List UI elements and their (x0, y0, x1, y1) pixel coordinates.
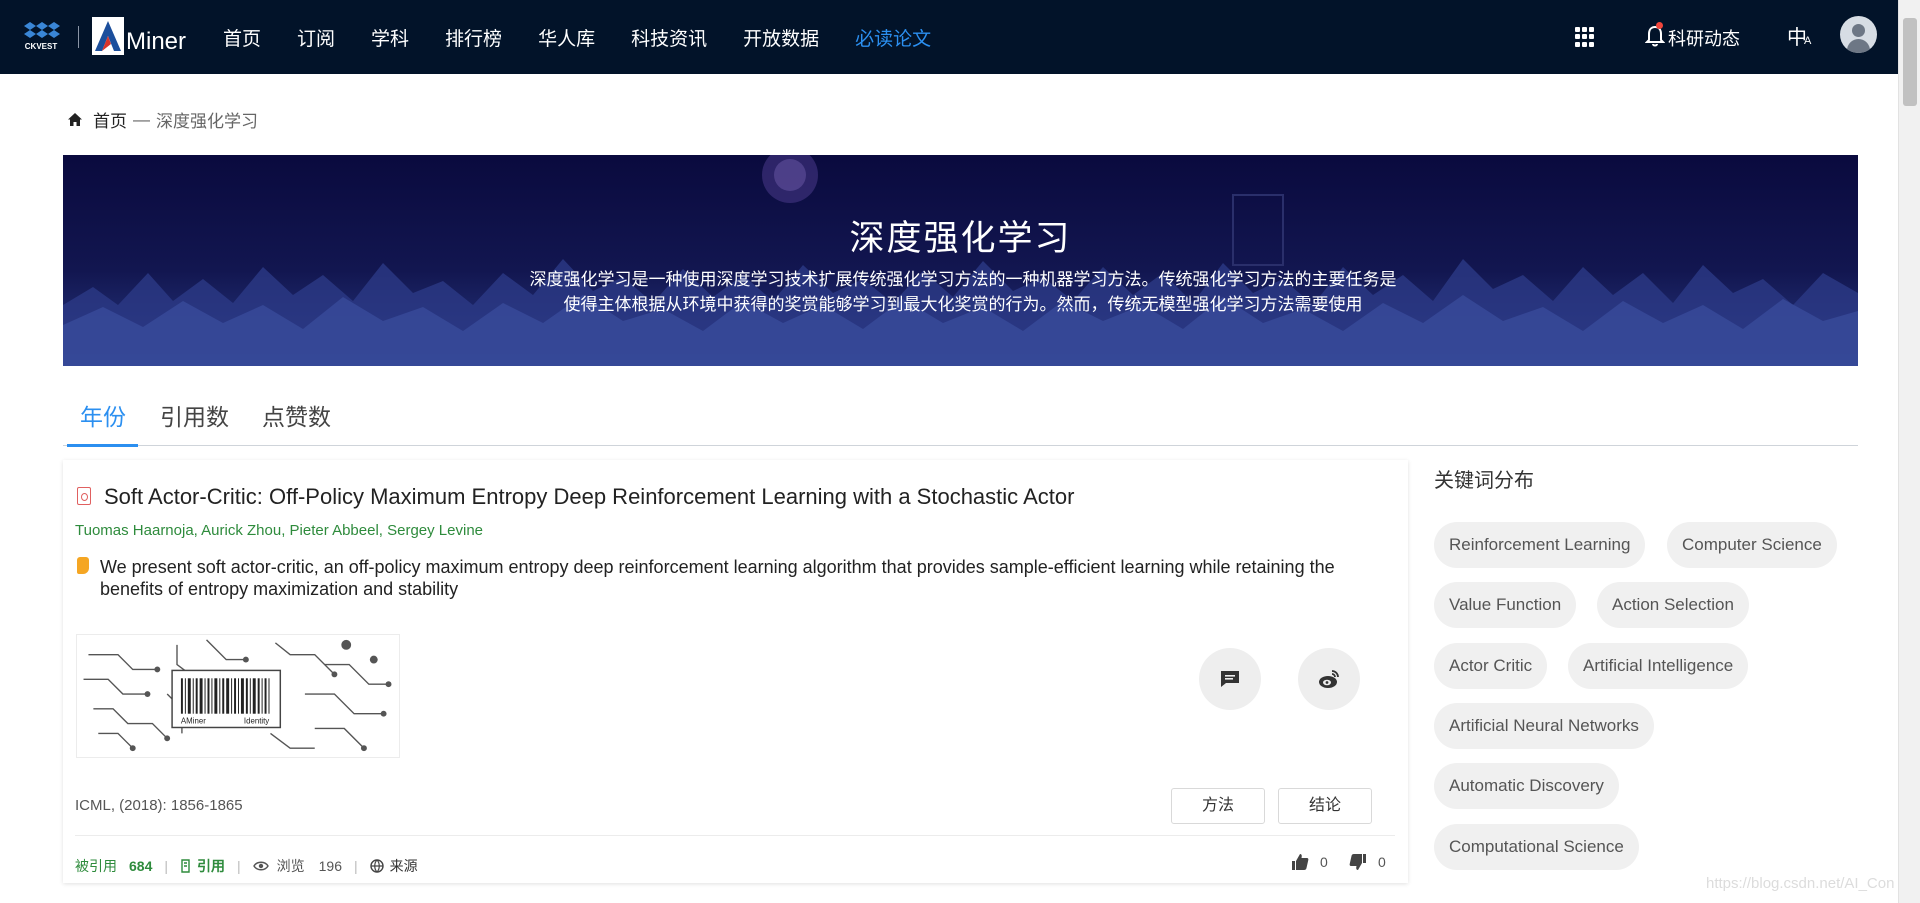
research-news-link[interactable]: 科研动态 (1668, 25, 1740, 51)
keyword-chip[interactable]: Artificial Neural Networks (1434, 703, 1654, 749)
home-icon[interactable] (67, 112, 83, 127)
aminer-logo-word: Miner (126, 28, 187, 55)
scrollbar-thumb[interactable] (1903, 18, 1917, 106)
nav-item-rankings[interactable]: 排行榜 (445, 24, 502, 51)
watermark-text: https://blog.csdn.net/AI_Con (1706, 875, 1895, 892)
nav-item-tech-news[interactable]: 科技资讯 (631, 24, 707, 51)
dislike-control[interactable]: 0 (1348, 852, 1386, 872)
card-divider (75, 835, 1395, 836)
keyword-chip[interactable]: Value Function (1434, 582, 1577, 628)
like-count: 0 (1320, 854, 1328, 870)
topic-description: 深度强化学习是一种使用深度学习技术扩展传统强化学习方法的一种机器学习方法。传统强… (529, 270, 1397, 314)
paper-title[interactable]: Soft Actor-Critic: Off-Policy Maximum En… (104, 484, 1074, 510)
apps-grid-icon[interactable] (1575, 27, 1595, 47)
nav-item-home[interactable]: 首页 (223, 24, 261, 51)
comment-icon (1221, 671, 1239, 687)
weibo-share-button[interactable] (1298, 648, 1360, 710)
page-scrollbar[interactable] (1898, 0, 1920, 903)
views-count: 196 (318, 858, 342, 874)
keyword-chip[interactable]: Artificial Intelligence (1568, 643, 1749, 689)
keyword-chip[interactable]: Action Selection (1597, 582, 1749, 628)
logo-divider (78, 26, 79, 48)
top-nav-bar: CKVEST Miner 首页 订阅 学科 排行榜 华人库 科技资讯 开放数据 … (0, 0, 1898, 74)
weibo-icon (1319, 670, 1339, 688)
ckvest-logo-icon[interactable]: CKVEST (20, 20, 62, 52)
paper-card: Soft Actor-Critic: Off-Policy Maximum En… (63, 460, 1408, 883)
tab-likes[interactable]: 点赞数 (262, 398, 331, 432)
views-label: 浏览 (276, 858, 305, 874)
breadcrumb-current: 深度强化学习 (156, 112, 258, 131)
method-button[interactable]: 方法 (1171, 788, 1265, 824)
thumbs-down-icon[interactable] (1348, 852, 1368, 872)
conclusion-button[interactable]: 结论 (1278, 788, 1372, 824)
cite-button[interactable]: 引用 (197, 856, 225, 876)
keyword-chip[interactable]: Computational Science (1434, 824, 1639, 870)
paper-thumbnail[interactable]: AMiner Identity (76, 634, 400, 758)
keyword-chip[interactable]: Computer Science (1667, 522, 1837, 568)
main-nav: 首页 订阅 学科 排行榜 华人库 科技资讯 开放数据 必读论文 (223, 0, 967, 74)
source-link[interactable]: 来源 (390, 856, 418, 876)
paper-venue: ICML, (2018): 1856-1865 (75, 797, 243, 814)
like-control[interactable]: 0 (1290, 852, 1328, 872)
svg-text:AMiner: AMiner (181, 717, 206, 726)
active-tab-indicator (67, 444, 138, 447)
tab-year[interactable]: 年份 (80, 398, 126, 432)
svg-text:Identity: Identity (244, 717, 269, 726)
paper-stats-row: 被引用 684 | 引用 | 浏览 196 | 来源 (75, 856, 418, 876)
keyword-distribution-title: 关键词分布 (1434, 470, 1534, 492)
topic-banner: 深度强化学习 深度强化学习是一种使用深度学习技术扩展传统强化学习方法的一种机器学… (63, 155, 1858, 366)
language-switch-icon[interactable]: 中 A (1787, 21, 1817, 51)
svg-text:CKVEST: CKVEST (25, 42, 58, 51)
paper-authors[interactable]: Tuomas Haarnoja, Aurick Zhou, Pieter Abb… (75, 522, 483, 539)
nav-item-chinese-talent[interactable]: 华人库 (538, 24, 595, 51)
aminer-logo-icon (92, 17, 124, 55)
lang-en-glyph: A (1804, 35, 1812, 47)
keyword-chip[interactable]: Automatic Discovery (1434, 763, 1619, 809)
keyword-chip[interactable]: Actor Critic (1434, 643, 1548, 689)
quote-icon (77, 557, 89, 574)
dislike-count: 0 (1378, 854, 1386, 870)
keyword-chip[interactable]: Reinforcement Learning (1434, 522, 1646, 568)
pdf-icon[interactable] (77, 487, 91, 505)
breadcrumb-home[interactable]: 首页 (93, 107, 127, 132)
thumbs-up-icon[interactable] (1290, 852, 1310, 872)
cited-by-count[interactable]: 684 (129, 858, 152, 874)
nav-item-disciplines[interactable]: 学科 (371, 24, 409, 51)
eye-icon (252, 861, 269, 871)
comment-button[interactable] (1199, 648, 1261, 710)
aminer-logo[interactable]: Miner (92, 16, 186, 56)
cite-icon[interactable] (180, 859, 191, 873)
nav-item-open-data[interactable]: 开放数据 (743, 24, 819, 51)
notification-dot (1656, 22, 1663, 29)
breadcrumb: 首页 — 深度强化学习 (67, 107, 258, 132)
paper-abstract: We present soft actor-critic, an off-pol… (100, 557, 1335, 599)
cited-by-label[interactable]: 被引用 (75, 856, 117, 876)
topic-title: 深度强化学习 (849, 219, 1072, 258)
tab-citations[interactable]: 引用数 (160, 398, 229, 432)
sort-tabs: 年份 引用数 点赞数 (63, 388, 1858, 447)
user-avatar[interactable] (1840, 16, 1877, 53)
nav-item-subscribe[interactable]: 订阅 (297, 24, 335, 51)
globe-icon (369, 859, 384, 873)
nav-item-must-read-papers[interactable]: 必读论文 (855, 24, 931, 51)
breadcrumb-separator: — (133, 109, 150, 129)
